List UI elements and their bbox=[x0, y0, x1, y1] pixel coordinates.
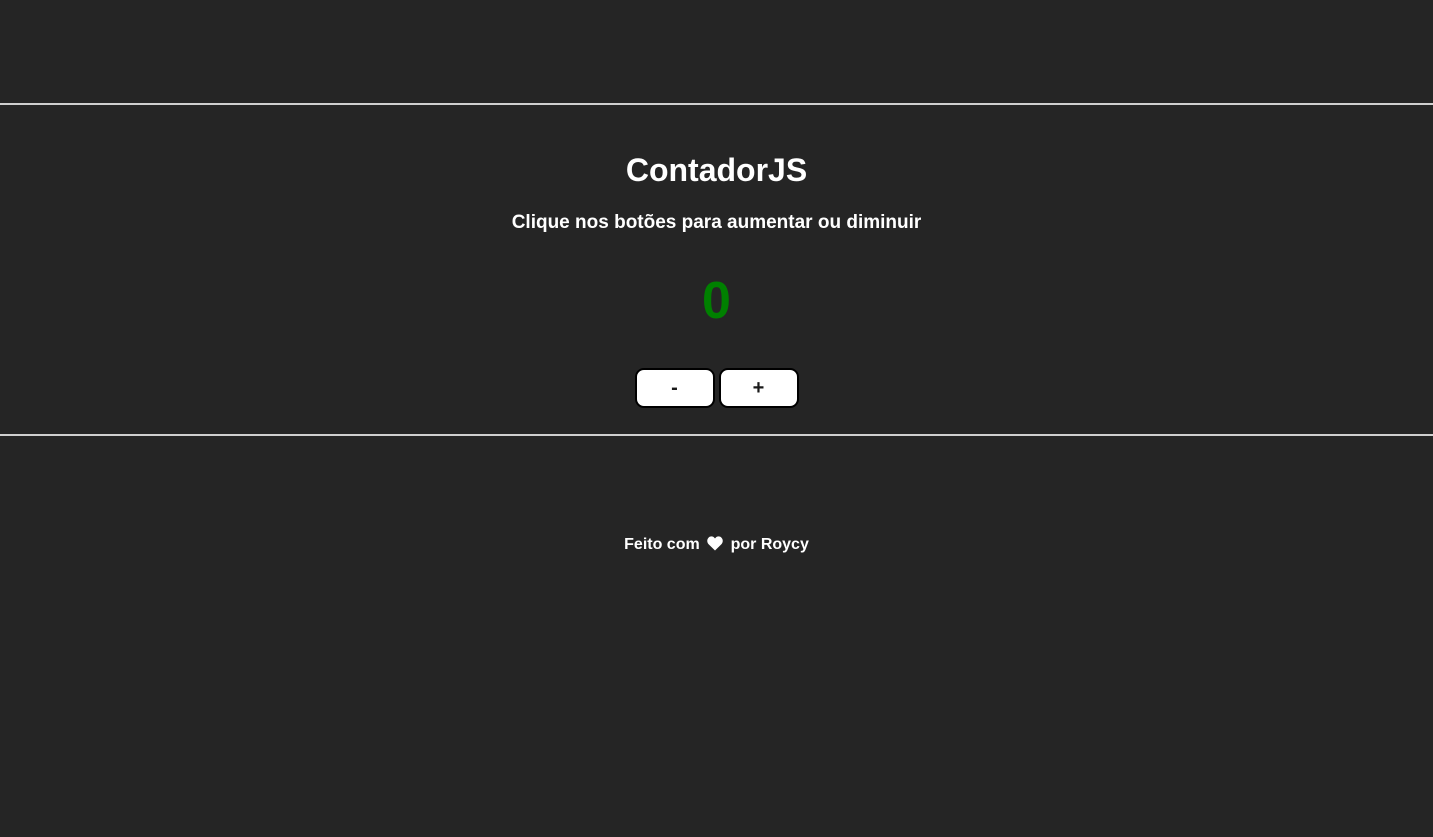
increment-button[interactable]: + bbox=[718, 368, 799, 408]
footer: Feito com por Roycy bbox=[0, 535, 1433, 557]
top-divider bbox=[0, 103, 1433, 105]
counter-controls: - + bbox=[0, 368, 1433, 408]
heart-icon bbox=[707, 536, 723, 557]
page-title: ContadorJS bbox=[625, 152, 808, 188]
page: ContadorJS Clique nos botões para aument… bbox=[0, 0, 1433, 837]
page-subtitle: Clique nos botões para aumentar ou dimin… bbox=[511, 212, 922, 233]
bottom-divider bbox=[0, 434, 1433, 436]
footer-prefix: Feito com bbox=[624, 536, 700, 553]
decrement-button[interactable]: - bbox=[634, 368, 715, 408]
counter-value: 0 bbox=[702, 272, 731, 330]
footer-suffix: por Roycy bbox=[730, 536, 809, 553]
